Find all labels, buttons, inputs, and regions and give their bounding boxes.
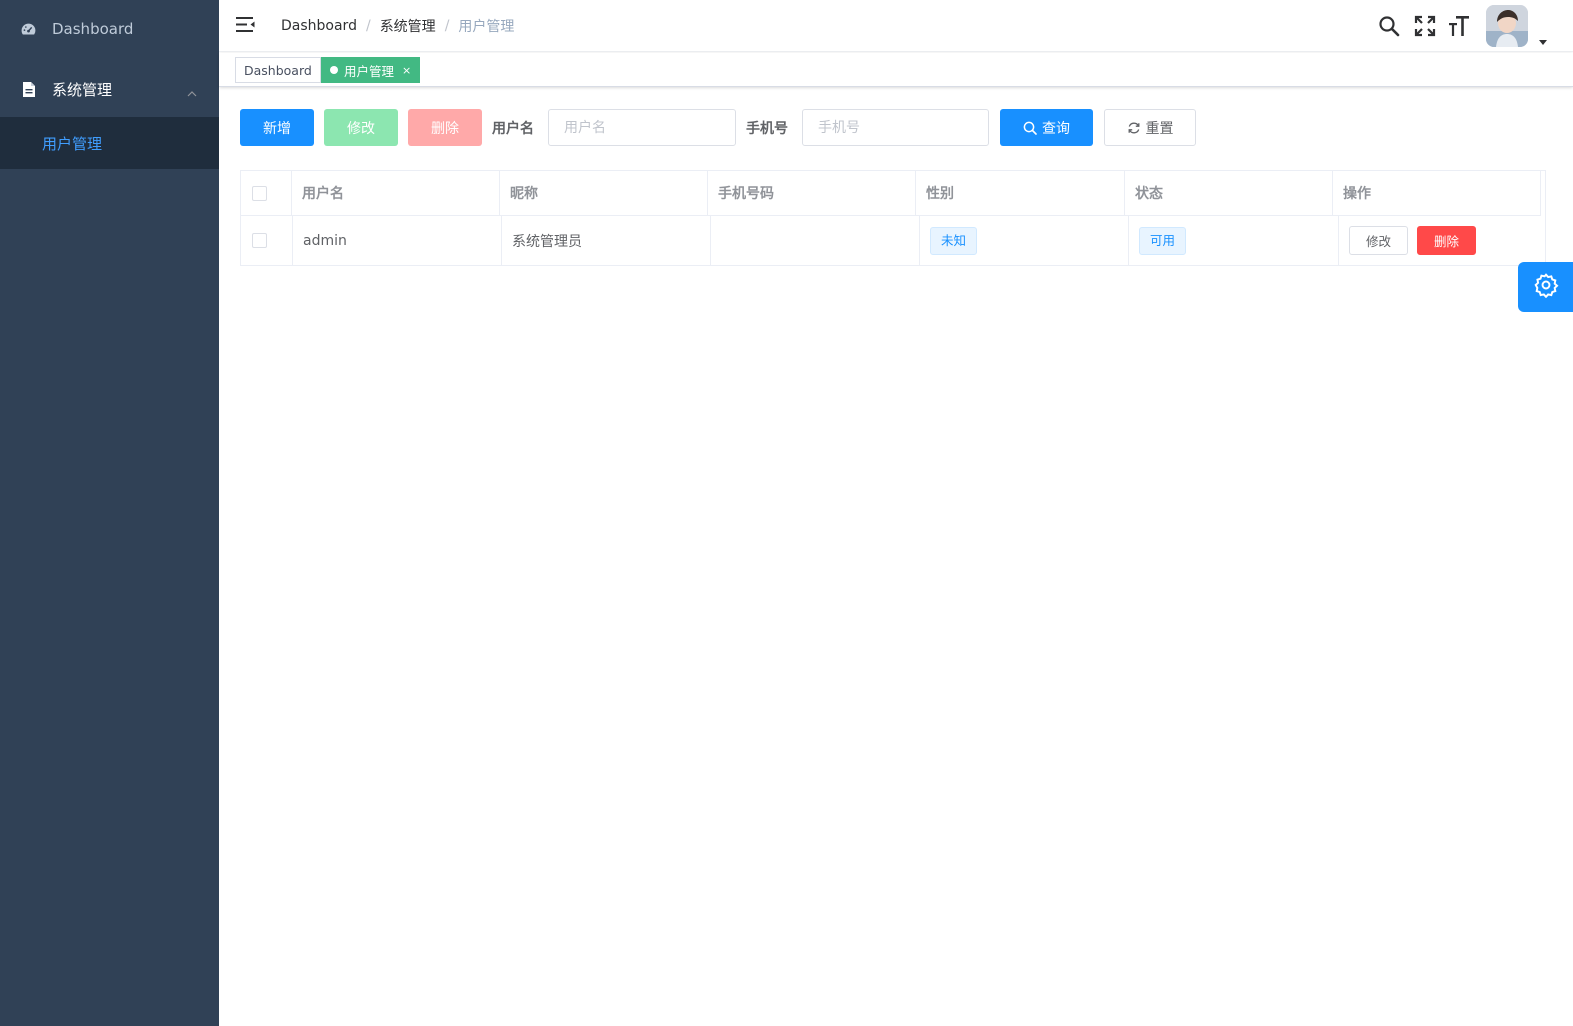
sidebar-item-user-management[interactable]: 用户管理 [0, 117, 219, 169]
navbar: Dashboard / 系统管理 / 用户管理 [219, 0, 1573, 52]
chevron-up-icon [187, 84, 197, 97]
active-dot-icon [330, 66, 338, 74]
query-button[interactable]: 查询 [1000, 109, 1093, 146]
phone-input[interactable] [802, 109, 989, 146]
search-icon [1023, 121, 1037, 135]
cell-actions: 修改 删除 [1339, 216, 1545, 265]
sidebar: Dashboard 系统管理 用户管理 [0, 0, 219, 1026]
avatar[interactable] [1486, 5, 1528, 47]
close-icon[interactable]: × [402, 64, 411, 77]
refresh-icon [1127, 121, 1141, 135]
fullscreen-icon[interactable] [1414, 15, 1436, 37]
reset-button-label: 重置 [1145, 120, 1174, 137]
select-all-checkbox[interactable] [252, 185, 267, 201]
font-size-icon[interactable] [1448, 15, 1470, 37]
sidebar-subitem-label: 用户管理 [42, 135, 103, 153]
add-button[interactable]: 新增 [240, 109, 314, 146]
sidebar-item-label: 系统管理 [52, 80, 113, 99]
dashboard-icon [20, 21, 37, 38]
sidebar-item-label: Dashboard [52, 20, 134, 38]
sidebar-item-dashboard[interactable]: Dashboard [0, 4, 219, 54]
status-badge: 可用 [1139, 226, 1187, 255]
breadcrumb-separator: / [444, 18, 450, 34]
breadcrumb-item-system: 系统管理 [379, 19, 436, 35]
username-input[interactable] [548, 109, 736, 146]
gender-badge: 未知 [930, 226, 978, 255]
tag-label: 用户管理 [344, 63, 395, 79]
cell-nickname: 系统管理员 [502, 216, 711, 265]
sidebar-item-system[interactable]: 系统管理 [0, 62, 219, 116]
breadcrumb-item-dashboard[interactable]: Dashboard [281, 18, 357, 34]
row-delete-button[interactable]: 删除 [1417, 226, 1476, 255]
select-all-cell [241, 171, 292, 216]
app-root: Dashboard 系统管理 用户管理 Dashboard / 系统管理 / 用… [0, 0, 1573, 1026]
tag-user-management[interactable]: 用户管理 × [321, 57, 421, 83]
username-label: 用户名 [492, 121, 534, 137]
column-header-actions: 操作 [1333, 171, 1541, 216]
breadcrumb-item-current: 用户管理 [458, 19, 515, 35]
column-header-username[interactable]: 用户名 [292, 171, 500, 216]
breadcrumb: Dashboard / 系统管理 / 用户管理 [281, 16, 514, 36]
cell-username: admin [293, 216, 502, 265]
gear-icon [1533, 272, 1559, 302]
row-edit-button[interactable]: 修改 [1349, 226, 1408, 255]
breadcrumb-separator: / [365, 18, 371, 34]
column-header-phone[interactable]: 手机号码 [708, 171, 916, 216]
phone-label: 手机号 [746, 121, 788, 137]
column-header-nickname[interactable]: 昵称 [500, 171, 708, 216]
cell-status: 可用 [1129, 216, 1339, 265]
edit-button[interactable]: 修改 [324, 109, 398, 146]
query-button-label: 查询 [1042, 120, 1070, 137]
document-icon [20, 81, 37, 98]
caret-down-icon[interactable] [1538, 31, 1548, 45]
delete-button[interactable]: 删除 [408, 109, 482, 146]
tag-dashboard[interactable]: Dashboard [235, 57, 321, 83]
search-icon[interactable] [1378, 15, 1400, 37]
cell-phone [711, 216, 920, 265]
settings-button[interactable] [1518, 262, 1573, 312]
row-select-cell [241, 216, 293, 265]
row-checkbox[interactable] [252, 233, 267, 248]
cell-gender: 未知 [920, 216, 1129, 265]
user-table: 用户名 昵称 手机号码 性别 状态 操作 admin 系统管理员 未知 可用 修… [240, 170, 1546, 266]
hamburger-icon[interactable] [236, 15, 255, 34]
column-header-status[interactable]: 状态 [1125, 171, 1333, 216]
tag-label: Dashboard [244, 62, 312, 78]
reset-button[interactable]: 重置 [1104, 109, 1196, 146]
column-header-gender[interactable]: 性别 [916, 171, 1125, 216]
tags-view: Dashboard 用户管理 × [219, 53, 1573, 87]
